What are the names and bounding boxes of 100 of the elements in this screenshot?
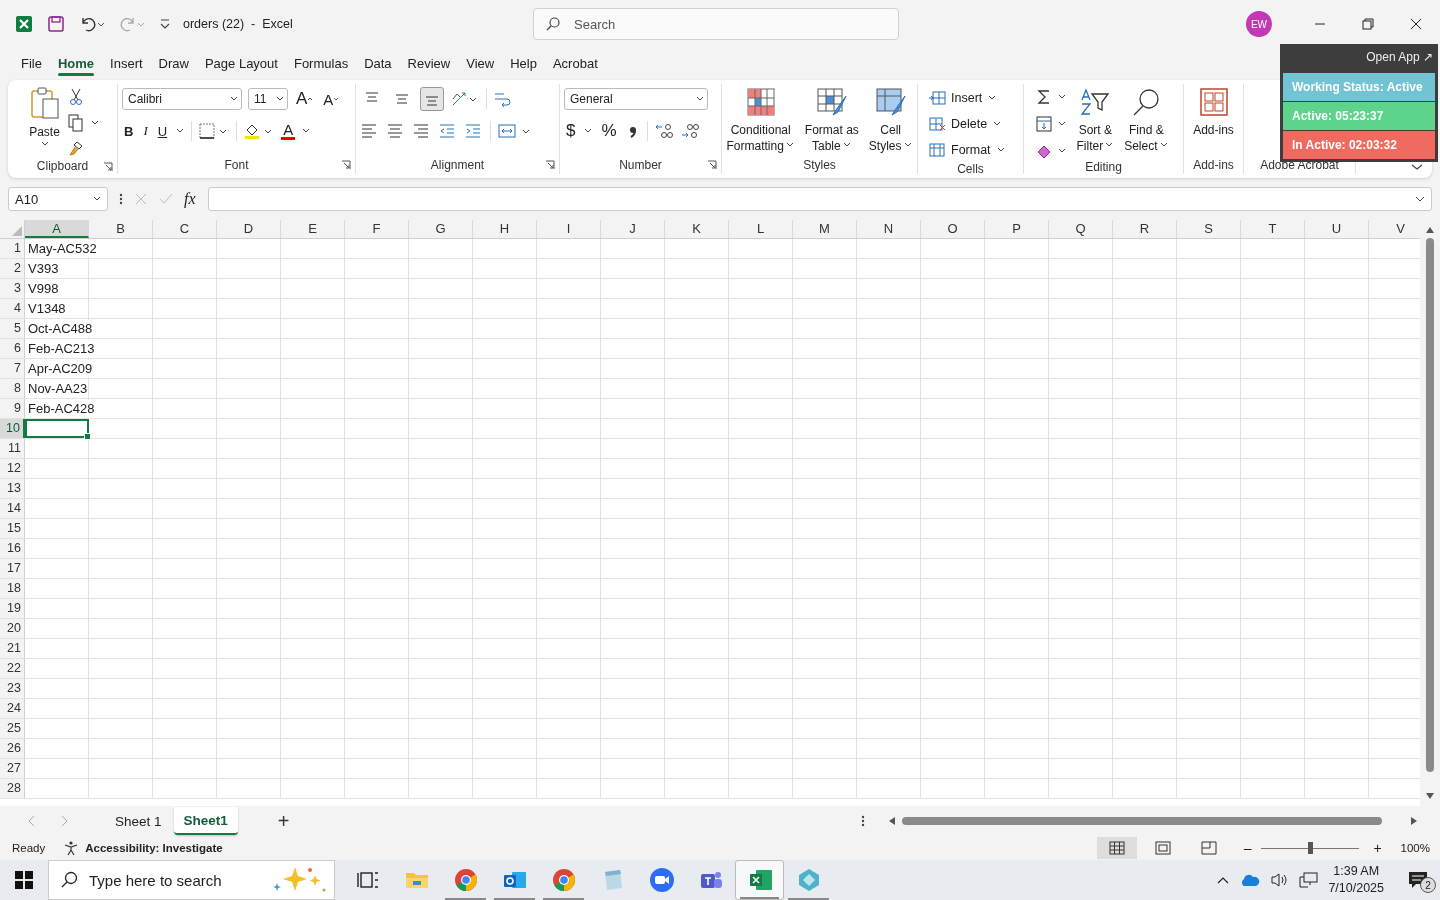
ribbon-tab[interactable]: File (13, 49, 50, 77)
more-icon[interactable] (859, 814, 866, 828)
row-header[interactable]: 9 (0, 399, 25, 418)
accessibility-icon[interactable] (63, 840, 80, 856)
caret-icon[interactable] (583, 127, 594, 135)
column-header[interactable]: O (921, 220, 985, 238)
column-header[interactable]: U (1305, 220, 1369, 238)
column-header[interactable]: S (1177, 220, 1241, 238)
underline-button[interactable]: U (155, 120, 170, 142)
sheet-tab[interactable]: Sheet1 (173, 807, 238, 835)
chevron-down-icon[interactable] (1410, 162, 1424, 172)
grow-font-button[interactable]: A (294, 88, 316, 110)
row-header[interactable]: 20 (0, 619, 25, 638)
save-icon[interactable] (47, 15, 65, 33)
customize-icon[interactable] (159, 17, 171, 31)
currency-button[interactable]: $ (564, 120, 578, 142)
column-header[interactable]: K (665, 220, 729, 238)
check-icon[interactable] (158, 192, 174, 206)
scrollbar-thumb[interactable] (1426, 238, 1434, 772)
zoom-slider-thumb[interactable] (1307, 842, 1313, 854)
clock-time[interactable]: 1:39 AM (1333, 863, 1380, 880)
caret-icon[interactable] (175, 127, 186, 135)
insert-cells-button[interactable]: Insert (928, 86, 998, 110)
row-header[interactable]: 2 (0, 259, 25, 278)
more-icon[interactable] (118, 192, 124, 206)
insert-function-button[interactable]: fx (184, 190, 196, 208)
font-size-dropdown[interactable]: 11 (248, 88, 288, 110)
row-header[interactable]: 14 (0, 499, 25, 518)
avatar[interactable]: EW (1246, 11, 1272, 37)
column-header[interactable]: N (857, 220, 921, 238)
zoom-level[interactable]: 100% (1400, 842, 1430, 854)
column-header[interactable]: P (985, 220, 1049, 238)
taskbar-search-field[interactable]: Type here to search (48, 860, 335, 900)
row-header[interactable]: 22 (0, 659, 25, 678)
row-header[interactable]: 8 (0, 379, 25, 398)
column-header[interactable]: Q (1049, 220, 1113, 238)
ribbon-tab[interactable]: Insert (102, 49, 151, 77)
volume-icon[interactable] (1270, 872, 1289, 888)
row-header[interactable]: 3 (0, 279, 25, 298)
scroll-right-icon[interactable] (1409, 816, 1418, 826)
column-header[interactable]: J (601, 220, 665, 238)
row-header[interactable]: 15 (0, 519, 25, 538)
column-header[interactable]: C (153, 220, 217, 238)
accessibility-status[interactable]: Accessibility: Investigate (85, 842, 223, 854)
vertical-align-button[interactable] (420, 87, 444, 111)
font-name-dropdown[interactable]: Calibri (122, 88, 242, 110)
italic-button[interactable]: I (141, 120, 150, 142)
table-cell[interactable]: Feb-AC213 (28, 340, 95, 357)
delete-cells-button[interactable]: Delete (928, 112, 1003, 136)
table-cell[interactable]: Apr-AC209 (28, 360, 93, 377)
table-cell[interactable]: Oct-AC488 (28, 320, 93, 337)
paste-button[interactable]: Paste (25, 84, 64, 148)
table-cell[interactable]: May-AC532 (28, 240, 97, 257)
ribbon-tab[interactable]: Home (49, 49, 103, 77)
row-header[interactable]: 12 (0, 459, 25, 478)
ribbon-tab[interactable]: View (458, 49, 503, 77)
column-header[interactable]: F (345, 220, 409, 238)
row-header[interactable]: 7 (0, 359, 25, 378)
fill-handle[interactable] (84, 433, 91, 440)
bold-button[interactable]: B (122, 120, 136, 142)
row-header[interactable]: 28 (0, 779, 25, 798)
column-header[interactable]: B (89, 220, 153, 238)
row-header[interactable]: 11 (0, 439, 25, 458)
ribbon-tab[interactable]: Draw (150, 49, 197, 77)
column-header[interactable]: D (217, 220, 281, 238)
increase-decimal-icon[interactable] (653, 122, 674, 140)
row-header[interactable]: 17 (0, 559, 25, 578)
table-cell[interactable]: Feb-AC428 (28, 400, 95, 417)
column-header[interactable]: E (281, 220, 345, 238)
column-header[interactable]: M (793, 220, 857, 238)
row-header[interactable]: 6 (0, 339, 25, 358)
dialog-launcher-icon[interactable] (103, 162, 113, 172)
search-field[interactable]: Search (533, 8, 899, 40)
format-painter-icon[interactable] (67, 140, 84, 158)
undo-icon[interactable] (79, 15, 105, 33)
row-header[interactable]: 23 (0, 679, 25, 698)
chevron-up-icon[interactable] (1216, 875, 1231, 885)
row-header[interactable]: 5 (0, 319, 25, 338)
row-header[interactable]: 16 (0, 539, 25, 558)
dialog-launcher-icon[interactable] (545, 160, 555, 170)
copy-icon[interactable] (67, 114, 100, 132)
sheet-tab[interactable]: Sheet 1 (105, 807, 172, 835)
scroll-left-icon[interactable] (887, 816, 896, 826)
cloud-icon[interactable] (1240, 873, 1261, 887)
open-app-link[interactable]: Open App ↗ (1366, 48, 1435, 72)
column-header[interactable]: H (473, 220, 537, 238)
scrollbar-thumb[interactable] (901, 817, 1382, 825)
windows-icon[interactable] (15, 871, 33, 889)
ribbon-tab[interactable]: Page Layout (196, 49, 286, 77)
caret-icon[interactable] (92, 195, 102, 203)
selected-cell[interactable] (25, 419, 89, 438)
dialog-launcher-icon[interactable] (707, 160, 717, 170)
cut-icon[interactable] (67, 88, 84, 106)
clock-date[interactable]: 7/10/2025 (1328, 880, 1384, 897)
ribbon-tab[interactable]: Acrobat (544, 49, 606, 77)
format-cells-button[interactable]: Format (928, 138, 1006, 162)
row-header[interactable]: 19 (0, 599, 25, 618)
column-header[interactable]: L (729, 220, 793, 238)
percent-button[interactable]: % (599, 120, 619, 142)
zoom-out-button[interactable]: – (1240, 840, 1255, 856)
